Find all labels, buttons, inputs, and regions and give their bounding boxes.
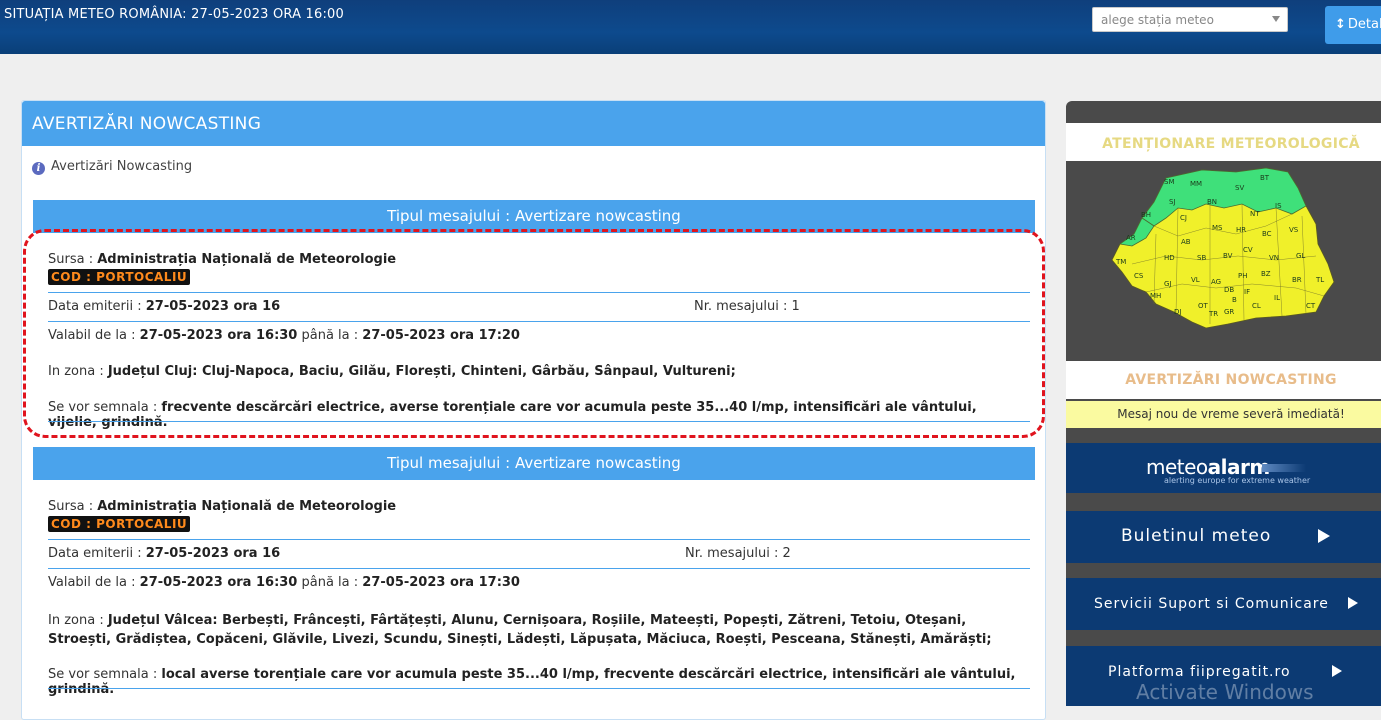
svg-text:VL: VL	[1191, 276, 1200, 284]
svg-text:HD: HD	[1164, 254, 1175, 262]
message-zone: In zona : Județul Vâlcea: Berbești, Frân…	[48, 611, 1030, 649]
svg-text:CT: CT	[1306, 302, 1316, 310]
svg-text:B: B	[1232, 296, 1237, 304]
message-source: Sursa : Administrația Națională de Meteo…	[48, 499, 1030, 514]
activate-windows-watermark: Activate Windows	[1136, 680, 1314, 704]
meteoalarm-banner[interactable]: meteoalarm alerting europe for extreme w…	[1066, 443, 1381, 493]
svg-text:OT: OT	[1198, 302, 1209, 310]
svg-text:TR: TR	[1208, 310, 1218, 318]
meteoalarm-logo-bar	[1262, 464, 1306, 472]
message-validity: Valabil de la : 27-05-2023 ora 16:30 pân…	[48, 575, 1030, 590]
source-label: Sursa :	[48, 499, 98, 514]
romania-warning-map[interactable]: SM MM SV BT SJ BN BH CJ NT IS MS HR AR A…	[1106, 164, 1346, 340]
signal-label: Se vor semnala :	[48, 667, 162, 682]
svg-text:BN: BN	[1207, 198, 1217, 206]
info-icon: i	[32, 162, 45, 175]
page-title: SITUAȚIA METEO ROMÂNIA: 27-05-2023 ORA 1…	[4, 7, 344, 22]
svg-text:DJ: DJ	[1174, 308, 1181, 316]
svg-text:BC: BC	[1262, 230, 1272, 238]
svg-text:IF: IF	[1244, 288, 1250, 296]
nr-value: 2	[782, 546, 791, 561]
svg-text:BR: BR	[1292, 276, 1302, 284]
zone-label: In zona :	[48, 613, 108, 628]
svg-text:CL: CL	[1252, 302, 1261, 310]
svg-text:MH: MH	[1150, 292, 1161, 300]
buletin-meteo-button[interactable]: Buletinul meteo	[1066, 511, 1381, 563]
svg-text:AR: AR	[1126, 234, 1136, 242]
svg-text:BH: BH	[1141, 211, 1151, 219]
station-select[interactable]: alege stația meteo	[1092, 7, 1288, 32]
svg-text:DB: DB	[1224, 286, 1234, 294]
svg-text:BZ: BZ	[1261, 270, 1271, 278]
details-button-label: Detalii	[1347, 17, 1381, 32]
svg-text:TM: TM	[1115, 258, 1126, 266]
nowcasting-sidebar-title: AVERTIZĂRI NOWCASTING	[1066, 361, 1381, 399]
svg-text:GL: GL	[1296, 252, 1305, 260]
svg-text:IL: IL	[1274, 294, 1280, 302]
chevron-down-icon	[1272, 16, 1280, 22]
source-value: Administrația Națională de Meteorologie	[97, 499, 397, 514]
svg-text:AB: AB	[1181, 238, 1191, 246]
romania-map: SM MM SV BT SJ BN BH CJ NT IS MS HR AR A…	[1111, 167, 1335, 329]
panel-subtitle: i Avertizări Nowcasting	[32, 159, 192, 175]
details-button[interactable]: ↕Detalii	[1325, 6, 1381, 44]
svg-text:TL: TL	[1315, 276, 1324, 284]
buletin-meteo-label: Buletinul meteo	[1121, 526, 1272, 546]
svg-text:CJ: CJ	[1180, 214, 1187, 222]
svg-text:HR: HR	[1236, 226, 1246, 234]
message-number: Nr. mesajului : 2	[685, 546, 791, 561]
vertical-arrows-icon: ↕	[1335, 17, 1346, 32]
panel-title: AVERTIZĂRI NOWCASTING	[22, 101, 1045, 146]
divider	[48, 539, 1030, 540]
divider	[48, 688, 1030, 689]
play-icon	[1348, 597, 1358, 609]
valid-from-value: 27-05-2023 ora 16:30	[139, 575, 298, 590]
svg-text:VS: VS	[1289, 226, 1299, 234]
svg-text:SJ: SJ	[1169, 198, 1176, 206]
divider	[48, 568, 1030, 569]
message-code-row: COD : PORTOCALIU	[48, 516, 1030, 532]
svg-text:AG: AG	[1211, 278, 1221, 286]
top-bar: SITUAȚIA METEO ROMÂNIA: 27-05-2023 ORA 1…	[0, 0, 1381, 54]
issued-value: 27-05-2023 ora 16	[145, 546, 281, 561]
svg-text:NT: NT	[1250, 210, 1260, 218]
meteoalarm-tagline: alerting europe for extreme weather	[1164, 476, 1311, 485]
svg-text:SM: SM	[1164, 178, 1174, 186]
valid-to-label: până la :	[297, 575, 363, 590]
svg-text:SB: SB	[1197, 254, 1206, 262]
svg-text:GR: GR	[1224, 308, 1234, 316]
svg-text:PH: PH	[1238, 272, 1248, 280]
message-signal: Se vor semnala : local averse torențiale…	[48, 667, 1030, 697]
highlight-dashed-outline	[23, 229, 1045, 438]
svg-text:IS: IS	[1275, 202, 1282, 210]
zone-value: Județul Vâlcea: Berbești, Frâncești, Fâr…	[48, 613, 992, 647]
nr-label: Nr. mesajului :	[685, 546, 783, 561]
code-badge: COD : PORTOCALIU	[48, 516, 191, 532]
svg-text:BT: BT	[1260, 174, 1270, 182]
svg-text:CS: CS	[1134, 272, 1144, 280]
warning-title: ATENȚIONARE METEOROLOGICĂ	[1066, 123, 1381, 161]
svg-text:BV: BV	[1223, 252, 1233, 260]
platforma-label: Platforma fiipregatit.ro	[1108, 664, 1291, 680]
sidebar: ATENȚIONARE METEOROLOGICĂ SM MM SV BT SJ…	[1066, 101, 1381, 706]
svg-text:MM: MM	[1190, 180, 1202, 188]
station-select-placeholder: alege stația meteo	[1101, 13, 1214, 27]
svg-text:VN: VN	[1269, 254, 1279, 262]
svg-text:MS: MS	[1212, 224, 1223, 232]
servicii-suport-label: Servicii Suport si Comunicare	[1094, 596, 1329, 612]
servicii-suport-button[interactable]: Servicii Suport si Comunicare	[1066, 578, 1381, 630]
new-severe-message-link[interactable]: Mesaj nou de vreme severă imediată!	[1066, 401, 1381, 428]
valid-to-value: 27-05-2023 ora 17:30	[362, 575, 520, 590]
message-type-header: Tipul mesajului : Avertizare nowcasting	[33, 447, 1035, 480]
svg-text:CV: CV	[1243, 246, 1253, 254]
issued-label: Data emiterii :	[48, 546, 146, 561]
signal-value: local averse torențiale care vor acumula…	[48, 667, 1016, 697]
valid-from-label: Valabil de la :	[48, 575, 140, 590]
svg-text:SV: SV	[1235, 184, 1244, 192]
message-issued-row: Data emiterii : 27-05-2023 ora 16 Nr. me…	[48, 546, 1030, 561]
svg-text:GJ: GJ	[1164, 280, 1172, 288]
panel-subtitle-text: Avertizări Nowcasting	[51, 159, 193, 174]
play-icon	[1332, 665, 1342, 677]
play-icon	[1318, 529, 1330, 543]
